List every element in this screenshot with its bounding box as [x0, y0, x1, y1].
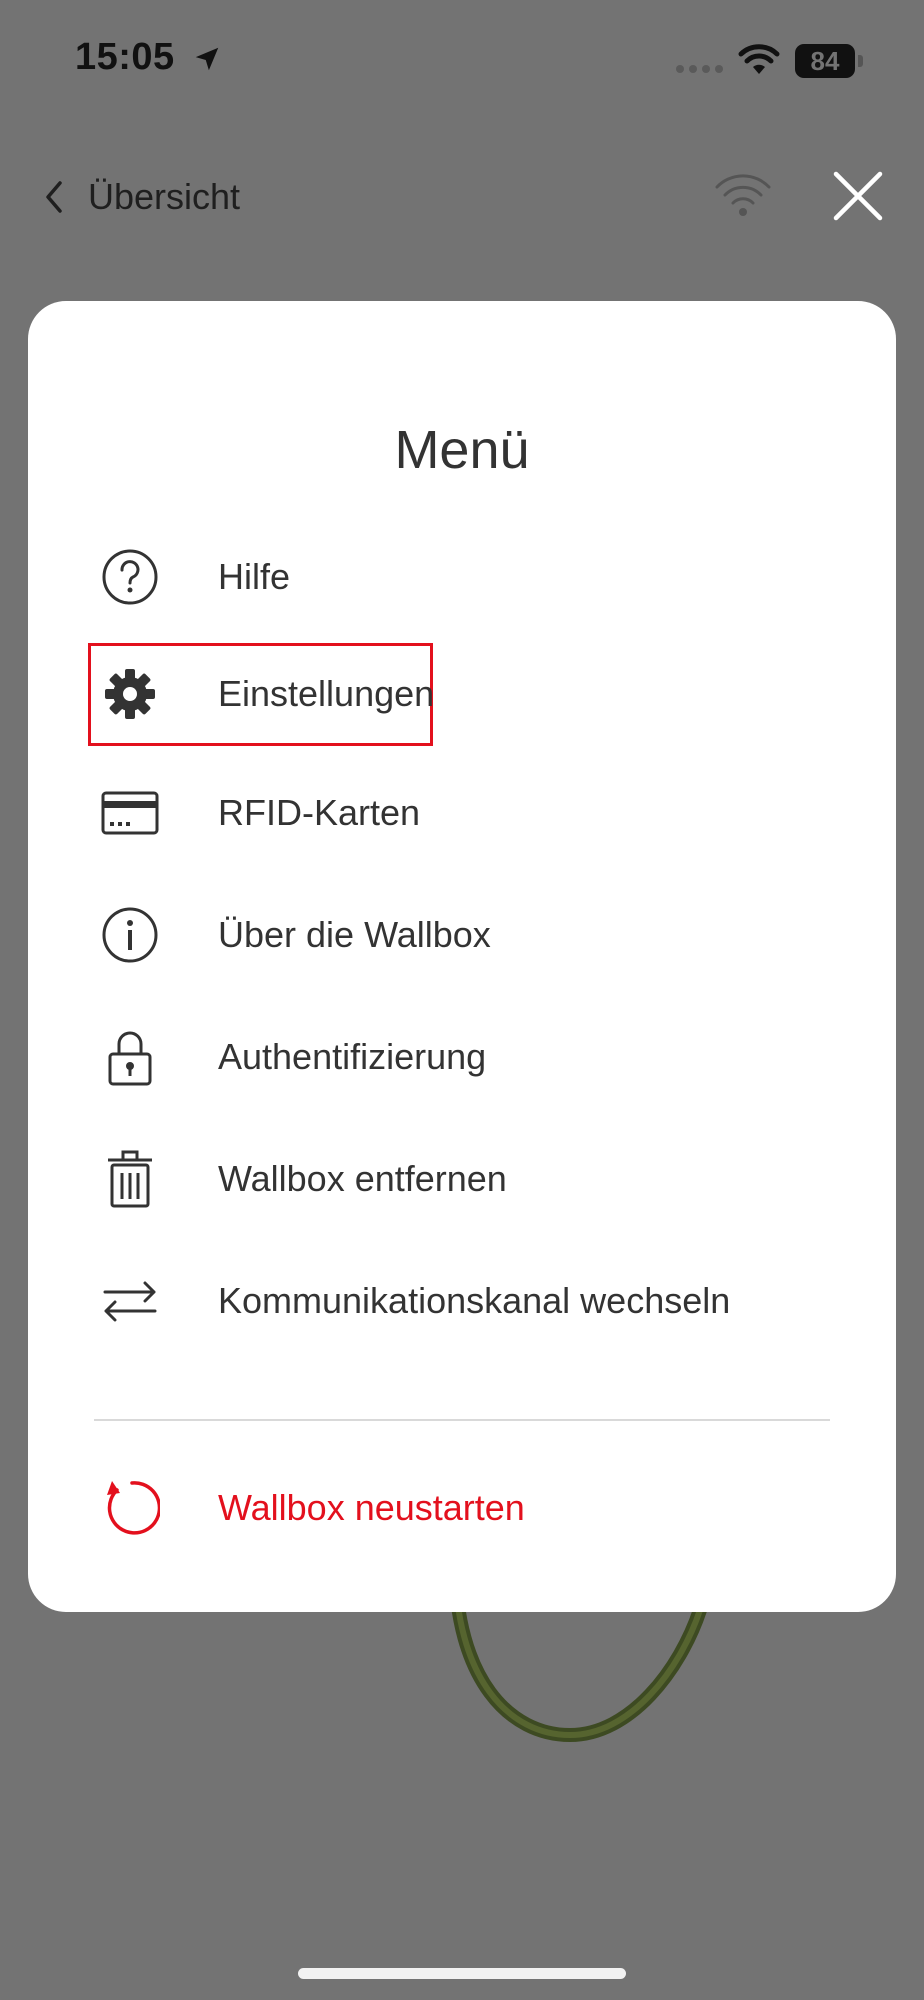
info-icon	[100, 905, 160, 965]
menu-item-remove-wallbox[interactable]: Wallbox entfernen	[100, 1129, 880, 1229]
lock-icon	[100, 1027, 160, 1087]
menu-item-label: Über die Wallbox	[218, 914, 491, 955]
help-icon	[100, 547, 160, 607]
card-icon	[100, 783, 160, 843]
status-time: 15:05	[75, 36, 175, 78]
wifi-connection-icon[interactable]	[712, 172, 774, 220]
menu-item-about-wallbox[interactable]: Über die Wallbox	[100, 885, 880, 985]
back-button[interactable]: Übersicht	[40, 172, 240, 222]
chevron-left-icon	[46, 181, 62, 213]
menu-item-restart-wallbox[interactable]: Wallbox neustarten	[100, 1458, 880, 1558]
swap-icon	[100, 1271, 160, 1331]
gear-icon	[100, 664, 160, 724]
menu-item-label: Wallbox neustarten	[218, 1487, 525, 1528]
location-arrow-icon	[195, 47, 219, 71]
home-indicator[interactable]	[298, 1968, 626, 1979]
restart-icon	[100, 1478, 160, 1538]
battery-level: 84	[795, 44, 855, 78]
menu-title: Menü	[394, 420, 530, 480]
menu-item-switch-channel[interactable]: Kommunikationskanal wechseln	[100, 1251, 880, 1351]
menu-item-label: Hilfe	[218, 556, 291, 597]
close-icon[interactable]	[830, 168, 886, 224]
battery-nub	[858, 55, 863, 67]
menu-item-label: Einstellungen	[218, 673, 435, 714]
menu-divider	[94, 1419, 830, 1421]
menu-item-label: RFID-Karten	[218, 792, 421, 833]
menu-item-rfid-cards[interactable]: RFID-Karten	[100, 763, 880, 863]
cellular-signal-icon	[676, 65, 723, 73]
status-bar: 15:05 84	[0, 0, 924, 110]
battery-indicator: 84	[795, 44, 863, 78]
menu-item-settings[interactable]: Einstellungen	[100, 644, 880, 744]
menu-item-label: Kommunikationskanal wechseln	[218, 1280, 731, 1321]
back-label: Übersicht	[88, 176, 241, 217]
menu-item-label: Wallbox entfernen	[218, 1158, 507, 1199]
menu-item-help[interactable]: Hilfe	[100, 527, 880, 627]
menu-item-authentication[interactable]: Authentifizierung	[100, 1007, 880, 1107]
trash-icon	[100, 1149, 160, 1209]
wifi-status-icon	[738, 44, 780, 74]
menu-modal: Menü Hilfe Einstellungen RFID-Karten Übe…	[28, 301, 896, 1612]
nav-bar: Übersicht	[0, 160, 924, 240]
menu-item-label: Authentifizierung	[218, 1036, 487, 1077]
